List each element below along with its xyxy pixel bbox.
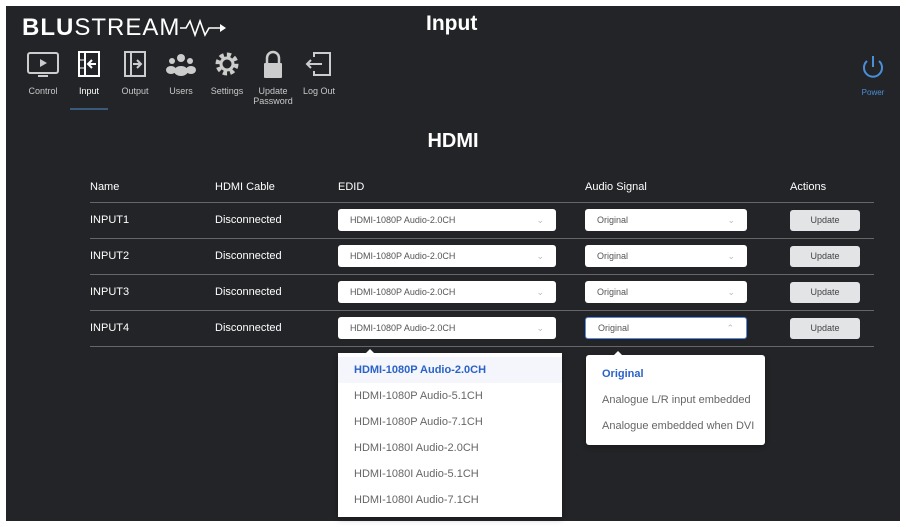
edid-option[interactable]: HDMI-1080P Audio-7.1CH bbox=[338, 409, 562, 435]
logout-icon bbox=[305, 52, 331, 76]
audio-option[interactable]: Analogue embedded when DVI bbox=[586, 413, 765, 439]
section-title: HDMI bbox=[427, 130, 479, 152]
input-name: INPUT2 bbox=[90, 238, 215, 275]
chevron-down-icon: ⌄ bbox=[536, 214, 544, 225]
nav-log-out[interactable]: Log Out bbox=[296, 50, 342, 112]
col-hdmi-cable: HDMI Cable bbox=[215, 172, 338, 203]
audio-signal-select[interactable]: Original ⌃ bbox=[585, 317, 747, 339]
edid-option[interactable]: HDMI-1080P Audio-5.1CH bbox=[338, 383, 562, 409]
table-row: INPUT1 Disconnected HDMI-1080P Audio-2.0… bbox=[90, 202, 874, 239]
edid-option[interactable]: HDMI-1080I Audio-2.0CH bbox=[338, 435, 562, 461]
nav-settings[interactable]: Settings bbox=[204, 50, 250, 112]
input-table: Name HDMI Cable EDID Audio Signal Action… bbox=[90, 172, 874, 347]
audio-option[interactable]: Analogue L/R input embedded bbox=[586, 387, 765, 413]
update-button[interactable]: Update bbox=[790, 245, 860, 267]
nav-input[interactable]: Input bbox=[66, 50, 112, 112]
page-title: Input bbox=[426, 12, 478, 35]
input-arrow-icon bbox=[78, 51, 100, 77]
input-name: INPUT1 bbox=[90, 202, 215, 239]
edid-select[interactable]: HDMI-1080P Audio-2.0CH ⌄ bbox=[338, 317, 556, 339]
hdmi-cable-status: Disconnected bbox=[215, 202, 338, 239]
gear-icon bbox=[215, 52, 239, 76]
edid-select[interactable]: HDMI-1080P Audio-2.0CH ⌄ bbox=[338, 281, 556, 303]
col-actions: Actions bbox=[790, 172, 874, 203]
table-row: INPUT2 Disconnected HDMI-1080P Audio-2.0… bbox=[90, 238, 874, 275]
chevron-down-icon: ⌄ bbox=[536, 250, 544, 261]
monitor-play-icon bbox=[27, 52, 59, 77]
edid-option[interactable]: HDMI-1080P Audio-2.0CH bbox=[338, 357, 562, 383]
col-audio-signal: Audio Signal bbox=[585, 172, 790, 203]
input-name: INPUT3 bbox=[90, 274, 215, 311]
hdmi-cable-status: Disconnected bbox=[215, 310, 338, 347]
power-button[interactable]: Power bbox=[856, 54, 890, 97]
edid-option[interactable]: HDMI-1080I Audio-7.1CH bbox=[338, 487, 562, 513]
edid-dropdown-menu: HDMI-1080P Audio-2.0CH HDMI-1080P Audio-5… bbox=[338, 349, 562, 517]
users-icon bbox=[166, 54, 196, 76]
audio-dropdown-menu: Original Analogue L/R input embedded Analo… bbox=[586, 351, 765, 445]
table-row: INPUT4 Disconnected HDMI-1080P Audio-2.0… bbox=[90, 310, 874, 347]
power-icon bbox=[863, 56, 883, 78]
input-name: INPUT4 bbox=[90, 310, 215, 347]
col-edid: EDID bbox=[338, 172, 585, 203]
update-button[interactable]: Update bbox=[790, 317, 860, 339]
chevron-up-icon: ⌃ bbox=[726, 322, 734, 333]
chevron-down-icon: ⌄ bbox=[727, 250, 735, 261]
edid-select[interactable]: HDMI-1080P Audio-2.0CH ⌄ bbox=[338, 209, 556, 231]
audio-option[interactable]: Original bbox=[586, 361, 765, 387]
main-nav: Control Input Output Users Settings Upda… bbox=[20, 50, 342, 112]
chevron-down-icon: ⌄ bbox=[536, 286, 544, 297]
chevron-down-icon: ⌄ bbox=[536, 322, 544, 333]
nav-control[interactable]: Control bbox=[20, 50, 66, 112]
audio-signal-select[interactable]: Original ⌄ bbox=[585, 209, 747, 231]
nav-users[interactable]: Users bbox=[158, 50, 204, 112]
hdmi-cable-status: Disconnected bbox=[215, 274, 338, 311]
edid-option[interactable]: HDMI-1080I Audio-5.1CH bbox=[338, 461, 562, 487]
audio-signal-select[interactable]: Original ⌄ bbox=[585, 281, 747, 303]
col-name: Name bbox=[90, 172, 215, 203]
audio-signal-select[interactable]: Original ⌄ bbox=[585, 245, 747, 267]
blustream-logo: BLUSTREAM bbox=[22, 14, 227, 42]
app-window: BLUSTREAM Input Control Input Output Use… bbox=[6, 6, 900, 521]
table-row: INPUT3 Disconnected HDMI-1080P Audio-2.0… bbox=[90, 274, 874, 311]
update-button[interactable]: Update bbox=[790, 281, 860, 303]
nav-output[interactable]: Output bbox=[112, 50, 158, 112]
nav-update-password[interactable]: Update Password bbox=[250, 50, 296, 112]
edid-select[interactable]: HDMI-1080P Audio-2.0CH ⌄ bbox=[338, 245, 556, 267]
chevron-down-icon: ⌄ bbox=[727, 214, 735, 225]
output-arrow-icon bbox=[124, 51, 146, 77]
update-button[interactable]: Update bbox=[790, 209, 860, 231]
hdmi-cable-status: Disconnected bbox=[215, 238, 338, 275]
lock-icon bbox=[264, 50, 282, 78]
chevron-down-icon: ⌄ bbox=[727, 286, 735, 297]
